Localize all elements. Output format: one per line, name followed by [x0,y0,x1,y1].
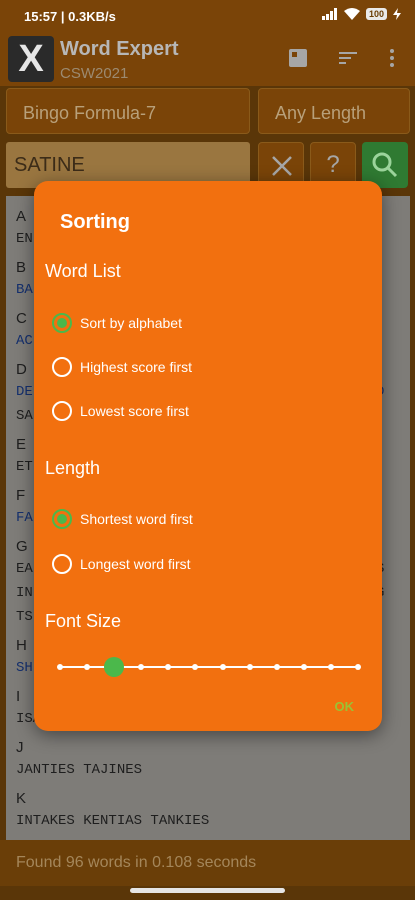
word-line[interactable]: SH [16,660,33,676]
font-size-heading: Font Size [45,611,122,631]
word-line[interactable]: FA [16,510,33,526]
wifi-icon [343,8,360,20]
app-bar: X Word Expert CSW2021 [0,34,415,86]
option-longest-first[interactable]: Longest word first [52,553,191,575]
section-letter: D [16,361,27,378]
option-sort-alphabet[interactable]: Sort by alphabet [52,312,182,334]
section-letter: H [16,637,27,654]
word-line[interactable]: INTAKES KENTIAS TANKIES [16,813,209,829]
slider-tick [355,664,361,670]
slider-tick [57,664,63,670]
radio-icon [52,401,72,421]
slider-tick [247,664,253,670]
word-line[interactable]: SA [16,408,33,424]
slider-thumb[interactable] [104,657,124,677]
radio-icon [52,554,72,574]
slider-tick [274,664,280,670]
option-lowest-score[interactable]: Lowest score first [52,400,189,422]
radio-icon [52,509,72,529]
slider-tick [328,664,334,670]
sorting-dialog: Sorting Word List Sort by alphabet Highe… [34,181,382,731]
option-label: Highest score first [80,359,193,375]
sort-icon[interactable] [336,46,360,70]
option-label: Shortest word first [80,511,193,527]
word-line[interactable]: BA [16,282,33,298]
status-bar: 15:57 | 0.3KB/s 100 [0,0,415,34]
section-letter: E [16,436,27,453]
word-line[interactable]: EN [16,231,33,247]
dialog-title: Sorting [60,211,130,233]
radio-icon [52,313,72,333]
section-letter: A [16,208,27,225]
section-letter: B [16,259,27,276]
results-summary: Found 96 words in 0.108 seconds [0,840,415,886]
slider-tick [84,664,90,670]
section-letter: C [16,310,27,327]
radio-icon [52,357,72,377]
word-line[interactable]: EAS [16,561,384,577]
slider-tick [220,664,226,670]
dictionary-icon[interactable] [286,46,310,70]
charging-icon [393,8,401,20]
length-selector[interactable]: Any Length [258,88,410,134]
word-line[interactable]: JANTIES TAJINES [16,762,142,778]
app-title: Word Expert [60,38,179,60]
app-subtitle: CSW2021 [60,65,129,82]
battery-icon: 100 [365,8,387,20]
status-icons: 100 [321,8,401,20]
word-line[interactable]: ING [16,585,384,601]
slider-tick [138,664,144,670]
slider-tick [192,664,198,670]
word-line[interactable]: TS [16,609,33,625]
length-heading: Length [45,458,101,478]
slider-tick [165,664,171,670]
signal-icon [321,8,337,20]
app-logo: X [8,36,54,82]
word-line[interactable]: AC [16,333,33,349]
option-label: Sort by alphabet [80,315,182,331]
word-list-heading: Word List [45,261,121,281]
option-shortest-first[interactable]: Shortest word first [52,508,193,530]
option-label: Longest word first [80,556,191,572]
section-letter: G [16,538,28,555]
section-letter: K [16,790,27,807]
nav-bar [0,886,415,900]
option-highest-score[interactable]: Highest score first [52,356,192,378]
status-time: 15:57 | 0.3KB/s [24,9,116,24]
ok-button[interactable]: OK [335,699,355,714]
word-line[interactable]: DED [16,384,384,400]
more-options-icon[interactable] [380,46,404,70]
option-label: Lowest score first [80,403,189,419]
word-line[interactable]: ET [16,459,33,475]
filter-row: Bingo Formula-7 Any Length [0,88,415,136]
font-size-slider[interactable] [57,657,361,677]
formula-selector[interactable]: Bingo Formula-7 [6,88,250,134]
section-letter: I [16,688,21,705]
slider-tick [301,664,307,670]
section-letter: F [16,487,26,504]
section-letter: J [16,739,24,756]
home-handle[interactable] [130,888,285,893]
